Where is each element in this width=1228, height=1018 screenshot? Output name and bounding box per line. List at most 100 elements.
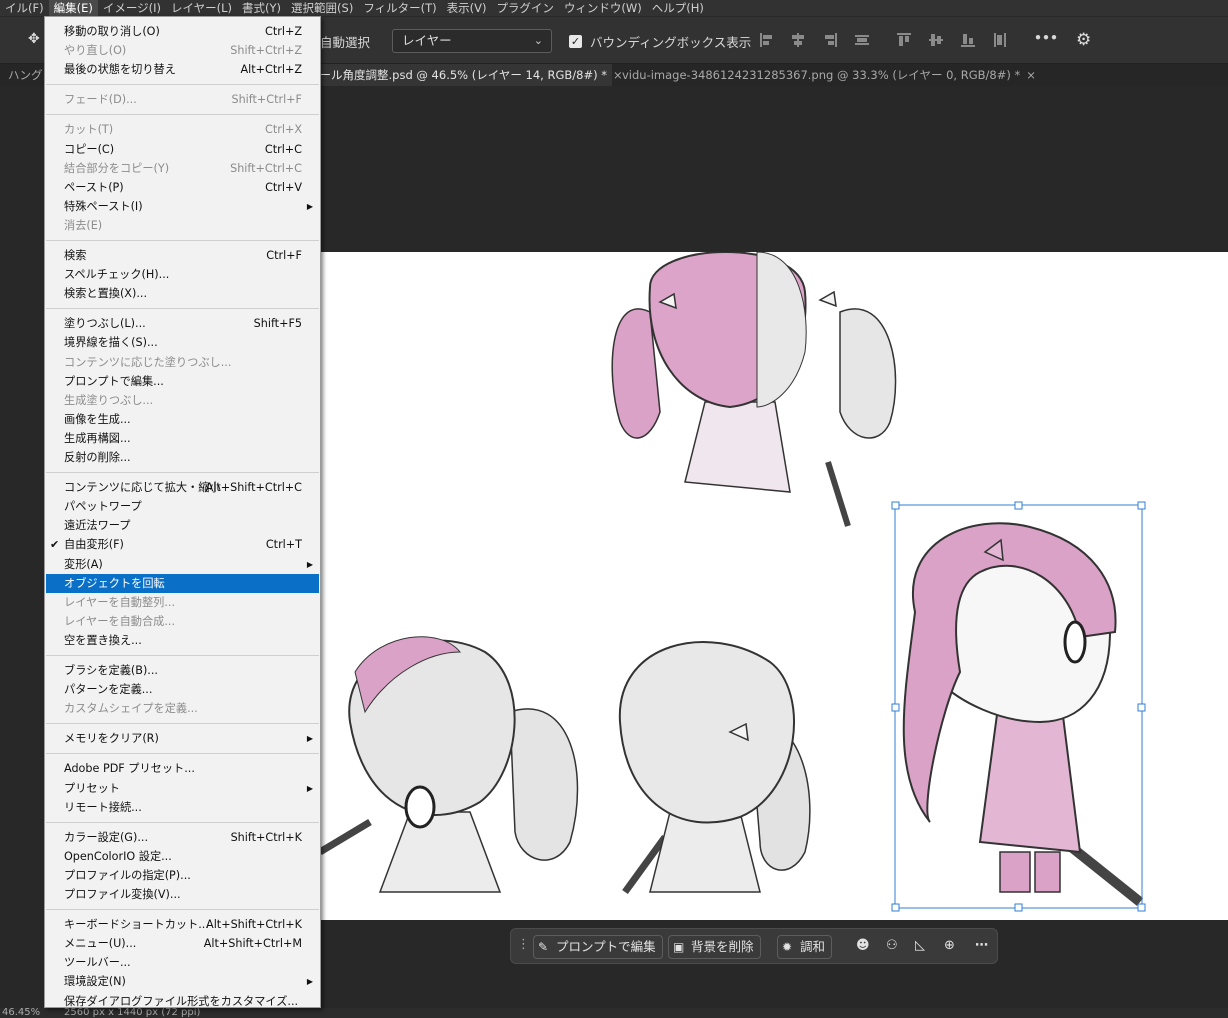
menu-9[interactable]: ウィンドウ(W) (559, 0, 647, 16)
menu-item-label: プリセット (64, 781, 120, 795)
add-layer-icon[interactable]: ⊕ (944, 938, 955, 953)
distribute-horizontal-icon[interactable] (854, 32, 870, 48)
menu-4[interactable]: 書式(Y) (237, 0, 286, 16)
menu-7[interactable]: 表示(V) (442, 0, 492, 16)
edit-menu-item[interactable]: プロンプトで編集... (46, 372, 319, 391)
menu-1[interactable]: 編集(E) (48, 0, 98, 16)
menu-8[interactable]: プラグイン (491, 0, 559, 16)
edit-menu-item[interactable]: 検索 Ctrl+F (46, 246, 319, 265)
menu-item-label: カスタムシェイプを定義... (64, 702, 198, 716)
edit-menu-item[interactable]: 遠近法ワープ (46, 516, 319, 535)
edit-menu-item[interactable]: プリセット ▶ (46, 779, 319, 798)
edit-menu-item[interactable]: ブラシを定義(B)... (46, 661, 319, 680)
menu-item-label: 生成塗りつぶし... (64, 393, 154, 407)
edit-menu-item[interactable]: リモート接続... (46, 798, 319, 817)
menu-0[interactable]: イル(F) (0, 0, 49, 16)
more-options-button[interactable]: ••• (1034, 30, 1058, 45)
edit-menu-item[interactable]: 保存ダイアログファイル形式をカスタマイズ... (46, 992, 319, 1011)
menu-6[interactable]: フィルター(T) (358, 0, 441, 16)
person-icon[interactable]: ☻ (856, 938, 870, 953)
menu-separator (46, 84, 319, 86)
edit-menu-item[interactable]: プロファイルの指定(P)... (46, 866, 319, 885)
edit-menu-item[interactable]: Adobe PDF プリセット... (46, 759, 319, 778)
menu-separator (46, 723, 319, 725)
edit-menu-item[interactable]: 検索と置換(X)... (46, 284, 319, 303)
edit-menu-item[interactable]: コピー(C) Ctrl+C (46, 140, 319, 159)
edit-menu-item[interactable]: 最後の状態を切り替え Alt+Ctrl+Z (46, 60, 319, 79)
menu-10[interactable]: ヘルプ(H) (647, 0, 709, 16)
zoom-level[interactable]: 46.45% (2, 1008, 40, 1018)
align-left-icon[interactable] (759, 32, 775, 48)
menu-item-label: 自由変形(F) (64, 538, 124, 552)
menu-item-label: レイヤーを自動合成... (64, 614, 176, 628)
remove-background-button[interactable]: ▣ 背景を削除 (668, 935, 761, 959)
edit-menu-item[interactable]: 反射の削除... (46, 448, 319, 467)
gear-icon[interactable]: ⚙ (1076, 30, 1091, 50)
menu-item-label: 特殊ペースト(I) (64, 199, 143, 213)
edit-menu-item[interactable]: 空を置き換え... (46, 631, 319, 650)
edit-menu-item[interactable]: 環境設定(N) ▶ (46, 972, 319, 991)
move-tool-icon[interactable]: ✥ (28, 31, 40, 47)
doll-back-view (611, 252, 897, 527)
menu-item-label: メニュー(U)... (64, 937, 137, 951)
doll-side-view-selected[interactable] (902, 522, 1144, 906)
align-center-icon[interactable] (790, 32, 806, 48)
menu-item-label: ブラシを定義(B)... (64, 664, 158, 677)
edit-menu-item[interactable]: 塗りつぶし(L)... Shift+F5 (46, 314, 319, 333)
more-icon[interactable]: ⋯ (975, 938, 988, 953)
align-middle-icon[interactable] (928, 32, 944, 48)
drag-handle-icon[interactable]: ⋮ (517, 937, 530, 952)
tab-angle-adjust[interactable]: ガール角度調整.psd @ 46.5% (レイヤー 14, RGB/8#) * × (300, 64, 623, 86)
edit-menu-item[interactable]: 画像を生成... (46, 410, 319, 429)
menu-item-label: 保存ダイアログファイル形式をカスタマイズ... (64, 994, 299, 1008)
harmonize-button[interactable]: ✹ 調和 (777, 935, 833, 959)
menu-item-label: 移動の取り消し(O) (64, 25, 160, 38)
tab-vidu-image[interactable]: vidu-image-3486124231285367.png @ 33.3% … (614, 64, 1044, 86)
menu-2[interactable]: イメージ(I) (98, 0, 166, 16)
edit-menu-item[interactable]: ツールバー... (46, 953, 319, 972)
bounding-box-checkbox[interactable]: ✓ (569, 35, 582, 48)
edit-menu-item[interactable]: メニュー(U)... Alt+Shift+Ctrl+M (46, 934, 319, 953)
menu-item-shortcut: Shift+Ctrl+K (230, 830, 302, 844)
edit-menu-item: コンテンツに応じた塗りつぶし... (46, 353, 319, 372)
document-canvas[interactable] (320, 252, 1228, 920)
edit-menu-item[interactable]: キーボードショートカット... Alt+Shift+Ctrl+K (46, 915, 319, 934)
menu-3[interactable]: レイヤー(L) (166, 0, 237, 16)
edit-menu-item[interactable]: ✔ 自由変形(F) Ctrl+T (46, 535, 319, 554)
edit-menu-item[interactable]: 移動の取り消し(O) Ctrl+Z (46, 22, 319, 41)
edit-menu-item[interactable]: パペットワープ (46, 497, 319, 516)
align-bottom-icon[interactable] (960, 32, 976, 48)
edit-menu-item[interactable]: スペルチェック(H)... (46, 265, 319, 284)
edit-menu-item[interactable]: オブジェクトを回転 (46, 573, 319, 593)
menu-item-shortcut: Ctrl+Z (265, 25, 302, 38)
wand-icon: ✎ (538, 940, 549, 954)
align-top-icon[interactable] (896, 32, 912, 48)
auto-select-label[interactable]: 自動選択 (320, 32, 370, 51)
tab-label: ガール角度調整.psd @ 46.5% (レイヤー 14, RGB/8#) * (308, 68, 607, 82)
menu-5[interactable]: 選択範囲(S) (286, 0, 358, 16)
menu-item-label: フェード(D)... (64, 93, 137, 107)
bounding-box-label: バウンディングボックス表示 (590, 35, 752, 50)
transform-icon[interactable]: ◺ (915, 938, 925, 953)
edit-menu-item[interactable]: プロファイル変換(V)... (46, 885, 319, 904)
menu-item-label: 空を置き換え... (64, 633, 142, 647)
distribute-vertical-icon[interactable] (992, 32, 1008, 48)
close-icon[interactable]: × (1026, 68, 1036, 82)
auto-select-target-dropdown[interactable]: レイヤー ⌄ (392, 29, 552, 53)
edit-menu-item[interactable]: 境界線を描く(S)... (46, 333, 319, 352)
edit-menu-item[interactable]: 特殊ペースト(I) ▶ (46, 197, 319, 216)
edit-menu-item[interactable]: ペースト(P) Ctrl+V (46, 178, 319, 197)
menu-item-label: カラー設定(G)... (64, 830, 149, 844)
edit-menu-item[interactable]: メモリをクリア(R) ▶ (46, 729, 319, 748)
prompt-edit-button[interactable]: ✎ プロンプトで編集 (533, 935, 663, 959)
edit-menu-item[interactable]: OpenColorIO 設定... (46, 847, 319, 866)
people-icon[interactable]: ⚇ (886, 938, 898, 953)
align-right-icon[interactable] (822, 32, 838, 48)
menu-separator (46, 909, 319, 911)
submenu-arrow-icon: ▶ (306, 783, 313, 793)
edit-menu-item[interactable]: コンテンツに応じて拡大・縮小 Alt+Shift+Ctrl+C (46, 478, 319, 497)
edit-menu-item[interactable]: 生成再構図... (46, 429, 319, 448)
edit-menu-item[interactable]: パターンを定義... (46, 680, 319, 699)
edit-menu-item[interactable]: カラー設定(G)... Shift+Ctrl+K (46, 828, 319, 847)
edit-menu-item[interactable]: 変形(A) ▶ (46, 555, 319, 574)
